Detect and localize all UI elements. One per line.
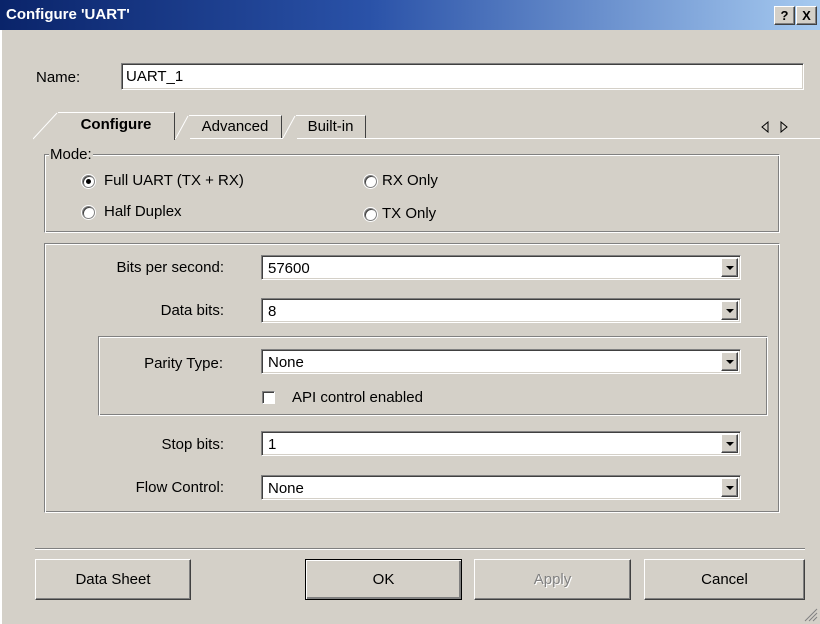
radio-half-duplex-label: Half Duplex bbox=[104, 203, 182, 220]
stop-bits-select[interactable]: 1 bbox=[261, 431, 741, 456]
parity-type-label: Parity Type: bbox=[144, 355, 223, 372]
apply-button[interactable]: Apply bbox=[474, 559, 631, 600]
flow-control-select[interactable]: None bbox=[261, 475, 741, 500]
radio-tx-only-label: TX Only bbox=[382, 205, 437, 222]
tab-configure-slant bbox=[33, 112, 59, 140]
close-button[interactable]: X bbox=[796, 6, 817, 25]
window-title: Configure 'UART' bbox=[6, 6, 130, 23]
radio-rx-only-label: RX Only bbox=[382, 172, 438, 189]
name-label: Name: bbox=[36, 69, 81, 86]
triangle-left-icon[interactable] bbox=[761, 121, 771, 133]
mode-legend: Mode: bbox=[49, 146, 93, 163]
flow-control-label: Flow Control: bbox=[135, 479, 224, 496]
stop-bits-label: Stop bits: bbox=[161, 436, 224, 453]
chevron-down-icon[interactable] bbox=[721, 352, 738, 371]
name-input-value: UART_1 bbox=[126, 68, 184, 85]
title-bar[interactable]: Configure 'UART' ? X bbox=[0, 0, 820, 30]
help-button[interactable]: ? bbox=[774, 6, 795, 25]
tab-advanced[interactable]: Advanced bbox=[189, 115, 282, 138]
data-sheet-button[interactable]: Data Sheet bbox=[35, 559, 191, 600]
size-grip-icon[interactable] bbox=[804, 608, 818, 622]
radio-half-duplex-indicator bbox=[82, 206, 95, 219]
radio-rx-only[interactable]: RX Only bbox=[362, 172, 502, 190]
cancel-button[interactable]: Cancel bbox=[644, 559, 805, 600]
separator-highlight bbox=[35, 549, 805, 550]
ok-button[interactable]: OK bbox=[305, 559, 462, 600]
tab-advanced-label: Advanced bbox=[201, 118, 269, 135]
triangle-right-icon[interactable] bbox=[779, 121, 789, 133]
stop-bits-value: 1 bbox=[268, 436, 277, 453]
bits-per-second-label: Bits per second: bbox=[116, 259, 224, 276]
radio-full-uart[interactable]: Full UART (TX + RX) bbox=[80, 172, 320, 190]
chevron-down-icon[interactable] bbox=[721, 301, 738, 320]
api-control-label: API control enabled bbox=[292, 389, 423, 406]
radio-rx-only-indicator bbox=[364, 175, 377, 188]
bits-per-second-select[interactable]: 57600 bbox=[261, 255, 741, 280]
flow-control-value: None bbox=[268, 480, 304, 497]
api-control-checkbox-box bbox=[262, 391, 275, 404]
data-bits-value: 8 bbox=[268, 303, 277, 320]
radio-half-duplex[interactable]: Half Duplex bbox=[80, 203, 320, 221]
tab-builtin[interactable]: Built-in bbox=[296, 115, 366, 138]
tab-builtin-label: Built-in bbox=[307, 118, 354, 135]
data-bits-label: Data bits: bbox=[160, 302, 224, 319]
window-border bbox=[0, 30, 2, 624]
radio-full-uart-label: Full UART (TX + RX) bbox=[104, 172, 244, 189]
radio-full-uart-indicator bbox=[82, 175, 95, 188]
radio-tx-only-indicator bbox=[364, 208, 377, 221]
chevron-down-icon[interactable] bbox=[721, 434, 738, 453]
parity-type-select[interactable]: None bbox=[261, 349, 741, 374]
bits-per-second-value: 57600 bbox=[268, 260, 310, 277]
radio-tx-only[interactable]: TX Only bbox=[362, 205, 502, 223]
tab-configure[interactable]: Configure bbox=[58, 112, 175, 140]
name-input[interactable]: UART_1 bbox=[121, 63, 804, 90]
parity-type-value: None bbox=[268, 354, 304, 371]
tab-advanced-slant bbox=[176, 115, 190, 139]
api-control-checkbox[interactable]: API control enabled bbox=[262, 389, 482, 407]
chevron-down-icon[interactable] bbox=[721, 478, 738, 497]
tab-configure-label: Configure bbox=[80, 116, 152, 133]
chevron-down-icon[interactable] bbox=[721, 258, 738, 277]
tab-builtin-slant bbox=[283, 115, 297, 139]
data-bits-select[interactable]: 8 bbox=[261, 298, 741, 323]
